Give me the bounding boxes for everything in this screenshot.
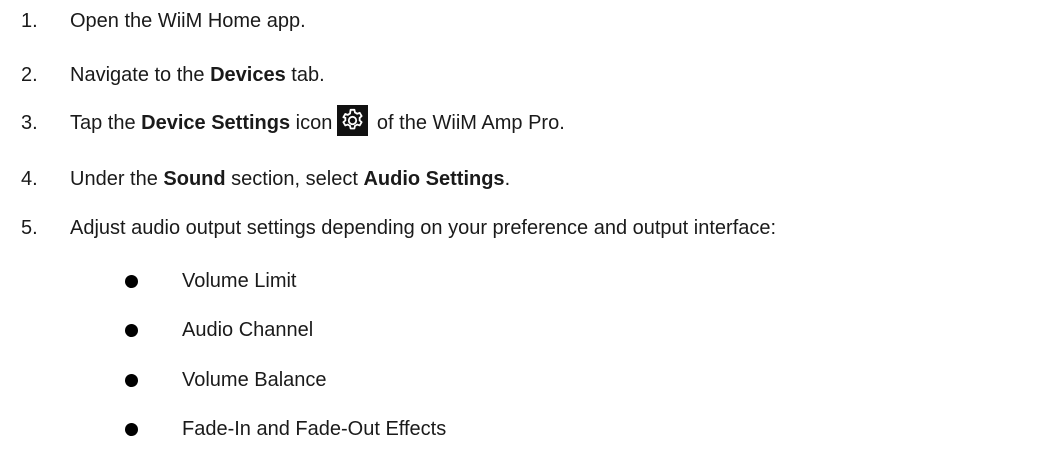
instructions-page: { "steps": [ { "number": "1.", "parts": … — [0, 0, 1064, 455]
bullet-text: Audio Channel — [182, 318, 314, 341]
step-text-bold: Device Settings — [141, 111, 291, 134]
step-text-post: . — [504, 167, 511, 190]
step-text-pre: Under the — [70, 167, 164, 190]
bullet-text: Volume Balance — [182, 368, 327, 391]
step-text-bold-item: Audio Settings — [363, 167, 505, 190]
bullet-dot-icon — [125, 422, 138, 436]
step-number: 5. — [21, 216, 38, 239]
step-text-bold-section: Sound — [163, 167, 226, 190]
step-text: Navigate to the Devices tab. — [70, 64, 325, 87]
step-text-pre: Tap the — [70, 111, 142, 134]
step-text-pre: Navigate to the — [70, 63, 211, 86]
bullet-text: Volume Limit — [182, 269, 297, 292]
step-text-mid: icon — [290, 111, 333, 134]
step-number: 4. — [21, 167, 38, 190]
bullet-dot-icon — [125, 323, 138, 337]
step-text-bold: Devices — [210, 63, 286, 86]
bullet-text: Fade-In and Fade-Out Effects — [182, 417, 447, 440]
step-text-plain: Open the WiiM Home app. — [70, 9, 306, 32]
step-text-post: of the WiiM Amp Pro. — [371, 111, 565, 134]
step-text: Under the Sound section, select Audio Se… — [70, 168, 510, 191]
step-text: Open the WiiM Home app. — [70, 10, 306, 33]
step-text-post: tab. — [285, 63, 325, 86]
step-text: Adjust audio output settings depending o… — [70, 216, 777, 239]
bullet-dot-icon — [125, 373, 138, 387]
step-number: 2. — [21, 63, 38, 86]
gear-icon — [337, 104, 369, 136]
bullet-dot-icon — [125, 274, 138, 288]
step-text-mid: section, select — [225, 167, 364, 190]
step-number: 1. — [21, 9, 38, 32]
step-number: 3. — [21, 111, 38, 134]
step-text: Tap the Device Settings icon of the WiiM… — [70, 104, 565, 142]
